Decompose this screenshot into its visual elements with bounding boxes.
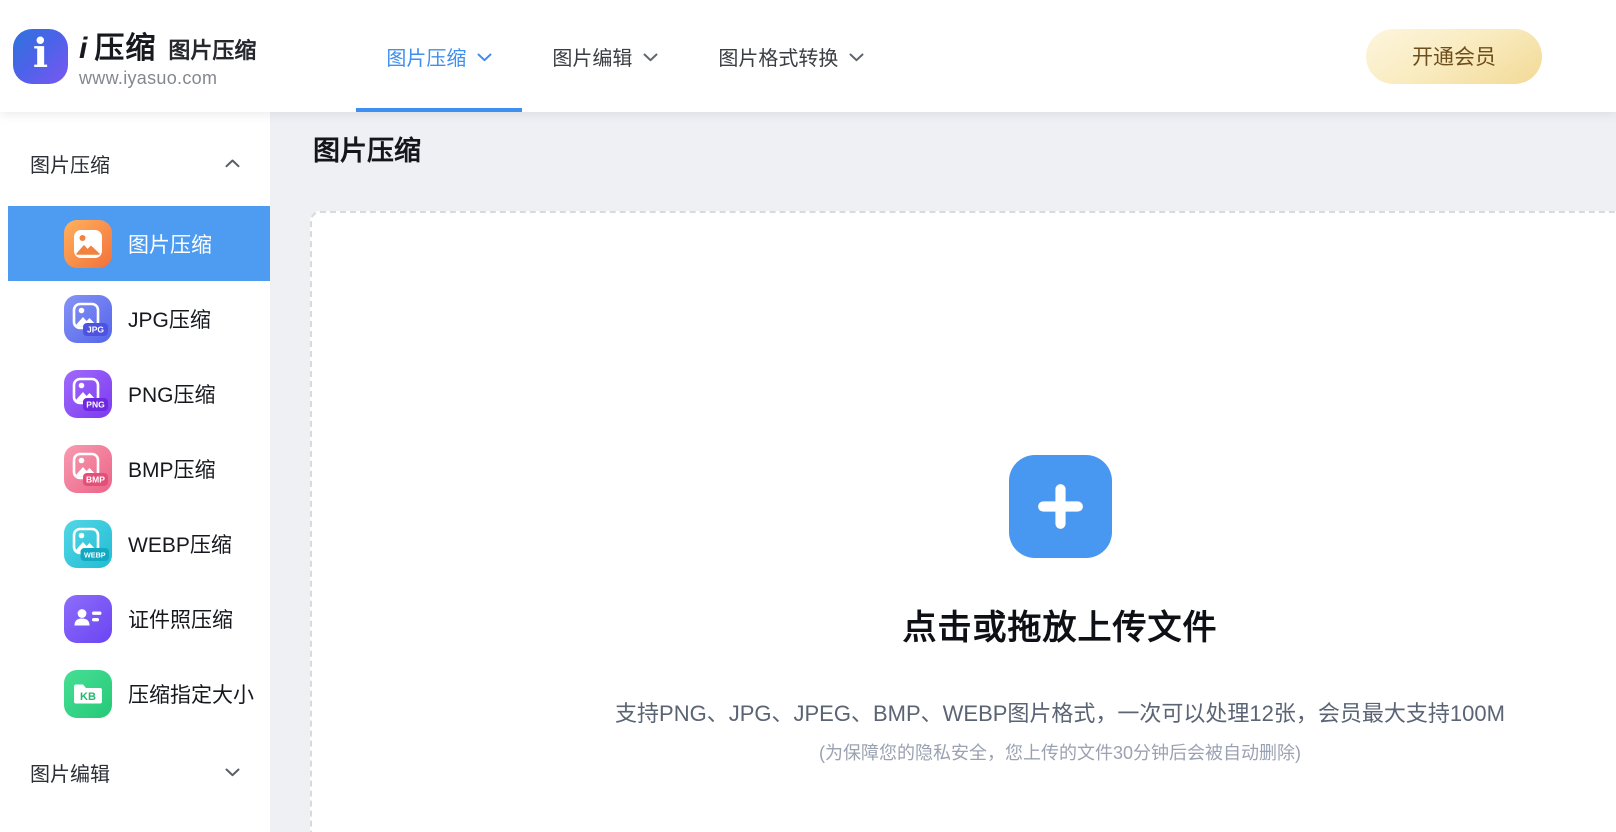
- image-compress-icon: [64, 219, 112, 268]
- sidebar-item-id-photo-compress[interactable]: 证件照压缩: [8, 581, 270, 656]
- sidebar-item-label: JPG压缩: [128, 308, 211, 332]
- sidebar-item-png-compress[interactable]: PNG PNG压缩: [8, 356, 270, 431]
- webp-image-icon: WEBP: [64, 519, 112, 568]
- sidebar-item-image-compress[interactable]: 图片压缩: [8, 206, 270, 281]
- sidebar-item-jpg-compress[interactable]: JPG JPG压缩: [8, 281, 270, 356]
- webp-badge-label: WEBP: [84, 550, 106, 559]
- chevron-down-icon: [849, 53, 864, 62]
- brand-logo-icon: i: [13, 28, 68, 84]
- content: 图片压缩 图片压缩 JPG JPG压缩 PNG PNG压缩 BMP BMP压缩 …: [0, 112, 1616, 832]
- png-image-icon: PNG: [64, 369, 112, 418]
- brand-tagline: 图片压缩: [168, 38, 257, 63]
- id-photo-icon: [64, 594, 112, 643]
- brand-logo[interactable]: i i 压缩 图片压缩 www.iyasuo.com: [13, 23, 256, 89]
- add-files-button[interactable]: [1008, 455, 1112, 558]
- nav-tab-label: 图片压缩: [386, 47, 467, 70]
- kb-badge-label: KB: [80, 690, 96, 702]
- sidebar-item-label: 图片压缩: [128, 233, 212, 257]
- sidebar-item-label: 压缩指定大小: [128, 683, 254, 707]
- brand-text: i 压缩 图片压缩 www.iyasuo.com: [79, 23, 256, 89]
- sidebar-section-image-compress[interactable]: 图片压缩: [0, 142, 270, 184]
- png-badge-label: PNG: [86, 399, 105, 409]
- nav-tab-label: 图片格式转换: [718, 47, 839, 70]
- sidebar: 图片压缩 图片压缩 JPG JPG压缩 PNG PNG压缩 BMP BMP压缩 …: [0, 112, 270, 832]
- nav-tab-image-edit[interactable]: 图片编辑: [522, 0, 688, 112]
- bmp-badge-label: BMP: [86, 474, 105, 484]
- sidebar-section-label: 图片压缩: [30, 154, 110, 177]
- sidebar-item-webp-compress[interactable]: WEBP WEBP压缩: [8, 506, 270, 581]
- upload-dropzone[interactable]: 点击或拖放上传文件 支持PNG、JPG、JPEG、BMP、WEBP图片格式，一次…: [310, 211, 1616, 832]
- sidebar-item-compress-to-size[interactable]: KB 压缩指定大小: [8, 656, 270, 731]
- brand-name-prefix: i: [79, 32, 88, 65]
- sidebar-item-label: PNG压缩: [128, 383, 216, 407]
- plus-icon: [1037, 484, 1083, 529]
- open-membership-button[interactable]: 开通会员: [1366, 28, 1542, 84]
- upload-note: (为保障您的隐私安全，您上传的文件30分钟后会被自动删除): [818, 743, 1301, 763]
- chevron-up-icon: [225, 159, 240, 167]
- jpg-image-icon: JPG: [64, 294, 112, 343]
- nav-tab-image-compress[interactable]: 图片压缩: [356, 0, 523, 112]
- sidebar-item-label: BMP压缩: [128, 458, 216, 482]
- header: i i 压缩 图片压缩 www.iyasuo.com 图片压缩 图片编辑 图片格…: [0, 0, 1616, 112]
- kb-folder-icon: KB: [64, 669, 112, 718]
- chevron-down-icon: [477, 53, 492, 62]
- chevron-down-icon: [643, 53, 658, 62]
- sidebar-menu: 图片压缩 JPG JPG压缩 PNG PNG压缩 BMP BMP压缩 WEBP …: [0, 206, 270, 731]
- sidebar-section-label: 图片编辑: [30, 763, 110, 786]
- upload-hint: 支持PNG、JPG、JPEG、BMP、WEBP图片格式，一次可以处理12张，会员…: [615, 701, 1505, 726]
- nav-tab-format-convert[interactable]: 图片格式转换: [688, 0, 894, 112]
- bmp-image-icon: BMP: [64, 444, 112, 493]
- nav-tab-label: 图片编辑: [552, 47, 633, 70]
- sidebar-item-label: 证件照压缩: [128, 608, 233, 632]
- sidebar-item-bmp-compress[interactable]: BMP BMP压缩: [8, 431, 270, 506]
- main-area: 图片压缩 点击或拖放上传文件 支持PNG、JPG、JPEG、BMP、WEBP图片…: [270, 112, 1616, 832]
- upload-title: 点击或拖放上传文件: [902, 609, 1218, 647]
- page-title: 图片压缩: [313, 136, 421, 166]
- top-nav: 图片压缩 图片编辑 图片格式转换: [356, 0, 894, 112]
- brand-logo-letter: i: [32, 30, 49, 77]
- brand-domain: www.iyasuo.com: [79, 68, 218, 88]
- chevron-down-icon: [225, 768, 240, 776]
- jpg-badge-label: JPG: [87, 324, 104, 334]
- sidebar-section-image-edit[interactable]: 图片编辑: [0, 751, 270, 793]
- sidebar-item-label: WEBP压缩: [128, 533, 232, 557]
- brand-name: 压缩: [94, 32, 157, 65]
